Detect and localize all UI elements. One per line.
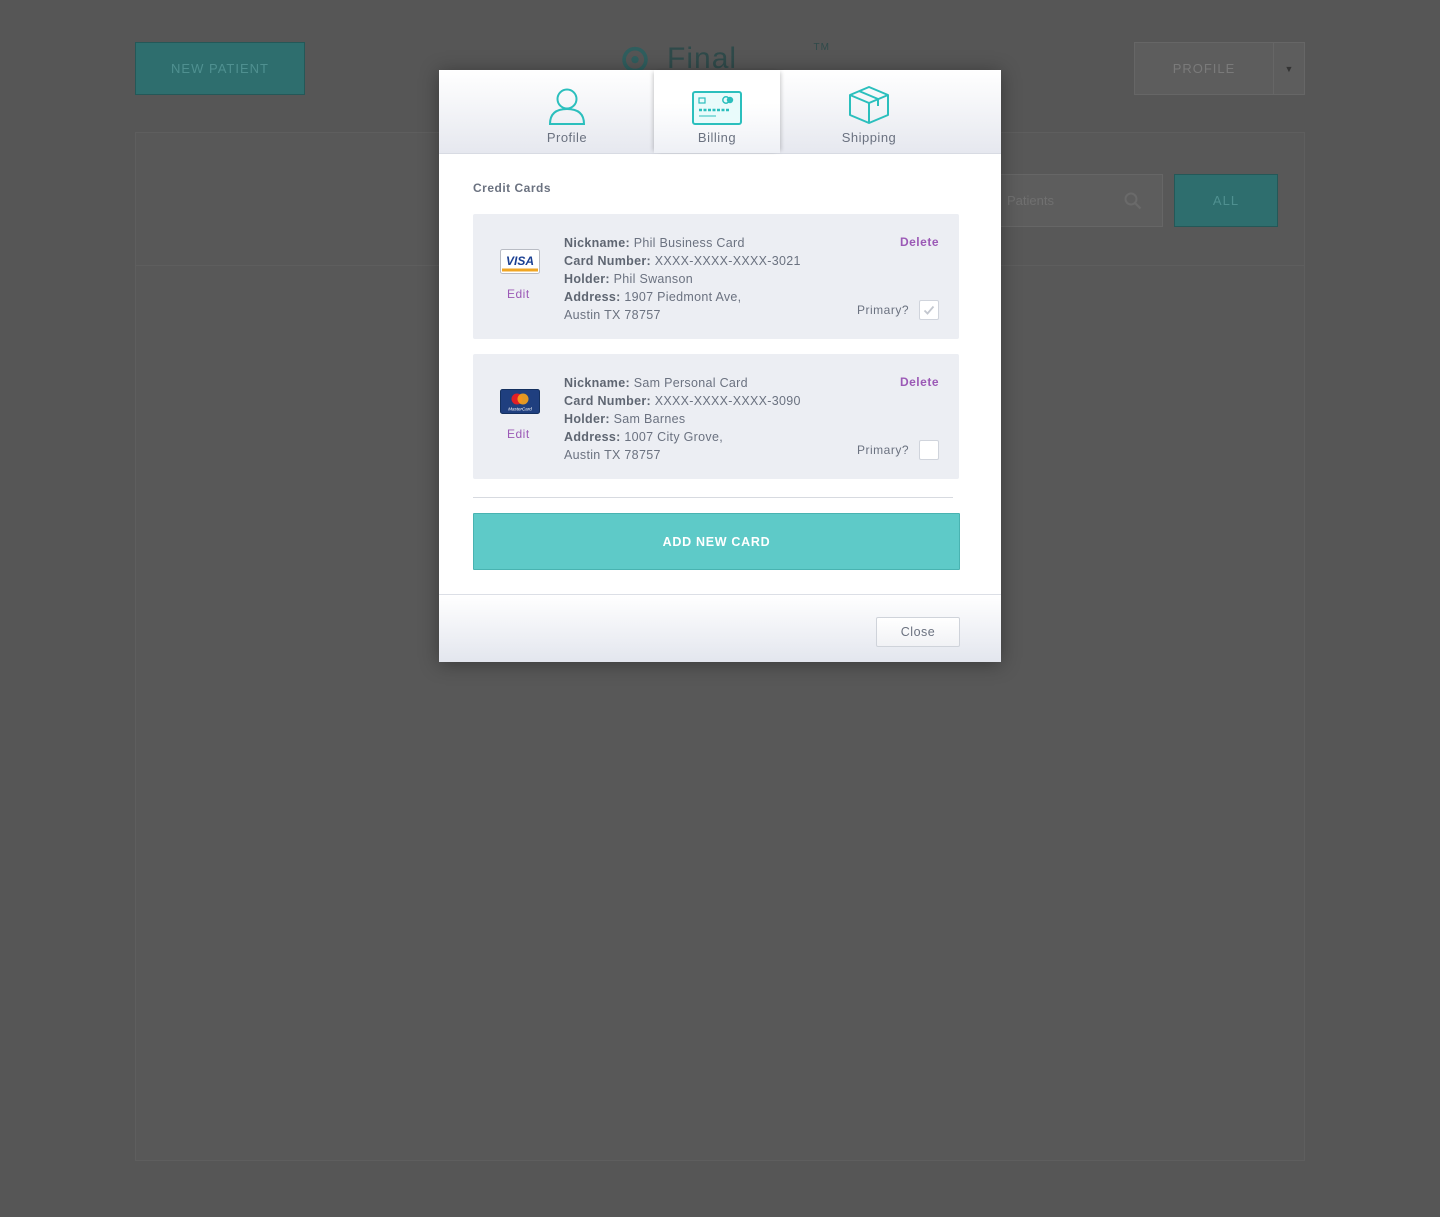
edit-card-link[interactable]: Edit [507,427,530,441]
account-modal: Profile Billing Shipping Credit Cards VI… [439,70,1001,662]
tab-profile[interactable]: Profile [519,70,615,153]
gear-logo-icon [622,46,648,70]
credit-card-icon [692,91,742,125]
section-divider [473,497,953,498]
tab-shipping[interactable]: Shipping [826,70,912,153]
person-icon [548,88,586,125]
section-title: Credit Cards [473,181,552,195]
primary-toggle: Primary? [857,440,939,460]
checkmark-icon [923,305,935,315]
tab-billing[interactable]: Billing [654,70,780,153]
address-label: Address: [564,430,621,444]
billing-content: Credit Cards VISA Edit Nickname: Phil Bu… [439,181,1001,570]
profile-dropdown[interactable]: PROFILE ▼ [1134,42,1305,95]
card-number: XXXX-XXXX-XXXX-3090 [654,394,801,408]
search-icon[interactable] [1124,192,1142,210]
card-details: Nickname: Phil Business Card Card Number… [564,234,801,324]
app-logo: Final Wires TM [615,42,830,70]
card-nickname: Phil Business Card [633,236,745,250]
new-patient-button[interactable]: NEW PATIENT [135,42,305,95]
card-details: Nickname: Sam Personal Card Card Number:… [564,374,801,464]
visa-logo-icon: VISA [500,249,540,274]
primary-checkbox[interactable] [919,300,939,320]
tab-profile-label: Profile [546,130,588,145]
mastercard-logo-icon: MasterCard [500,389,540,414]
svg-text:MasterCard: MasterCard [508,407,532,412]
card-address-line2: Austin TX 78757 [564,448,661,462]
primary-checkbox[interactable] [919,440,939,460]
close-button[interactable]: Close [876,617,960,647]
search-placeholder: Patients [1007,193,1054,208]
address-label: Address: [564,290,621,304]
box-icon [849,86,889,124]
logo-tm: TM [813,42,830,53]
modal-footer: Close [439,594,1001,662]
tab-billing-label: Billing [697,130,737,145]
primary-label: Primary? [856,443,909,457]
card-number-label: Card Number: [564,254,651,268]
holder-label: Holder: [564,412,610,426]
tab-shipping-label: Shipping [841,130,897,145]
nickname-label: Nickname: [564,236,630,250]
svg-text:VISA: VISA [506,254,534,268]
logo-text: Final Wires [667,42,738,70]
delete-card-link[interactable]: Delete [900,375,939,389]
delete-card-link[interactable]: Delete [900,235,939,249]
card-holder: Phil Swanson [613,272,693,286]
card-nickname: Sam Personal Card [633,376,748,390]
patient-search-input[interactable]: Patients [1000,174,1163,227]
holder-label: Holder: [564,272,610,286]
primary-label: Primary? [856,303,909,317]
card-number: XXXX-XXXX-XXXX-3021 [654,254,801,268]
card-address-line2: Austin TX 78757 [564,308,661,322]
modal-tabs: Profile Billing Shipping [439,70,1001,154]
caret-down-icon[interactable]: ▼ [1274,43,1304,94]
add-new-card-button[interactable]: ADD NEW CARD [473,513,960,570]
all-filter-button[interactable]: ALL [1174,174,1278,227]
nickname-label: Nickname: [564,376,630,390]
card-holder: Sam Barnes [613,412,686,426]
profile-label: PROFILE [1135,43,1274,94]
card-address-line1: 1007 City Grove, [624,430,723,444]
card-address-line1: 1907 Piedmont Ave, [624,290,742,304]
credit-card-item: VISA Edit Nickname: Phil Business Card C… [473,214,959,339]
card-number-label: Card Number: [564,394,651,408]
edit-card-link[interactable]: Edit [507,287,530,301]
primary-toggle: Primary? [857,300,939,320]
credit-card-item: MasterCard Edit Nickname: Sam Personal C… [473,354,959,479]
